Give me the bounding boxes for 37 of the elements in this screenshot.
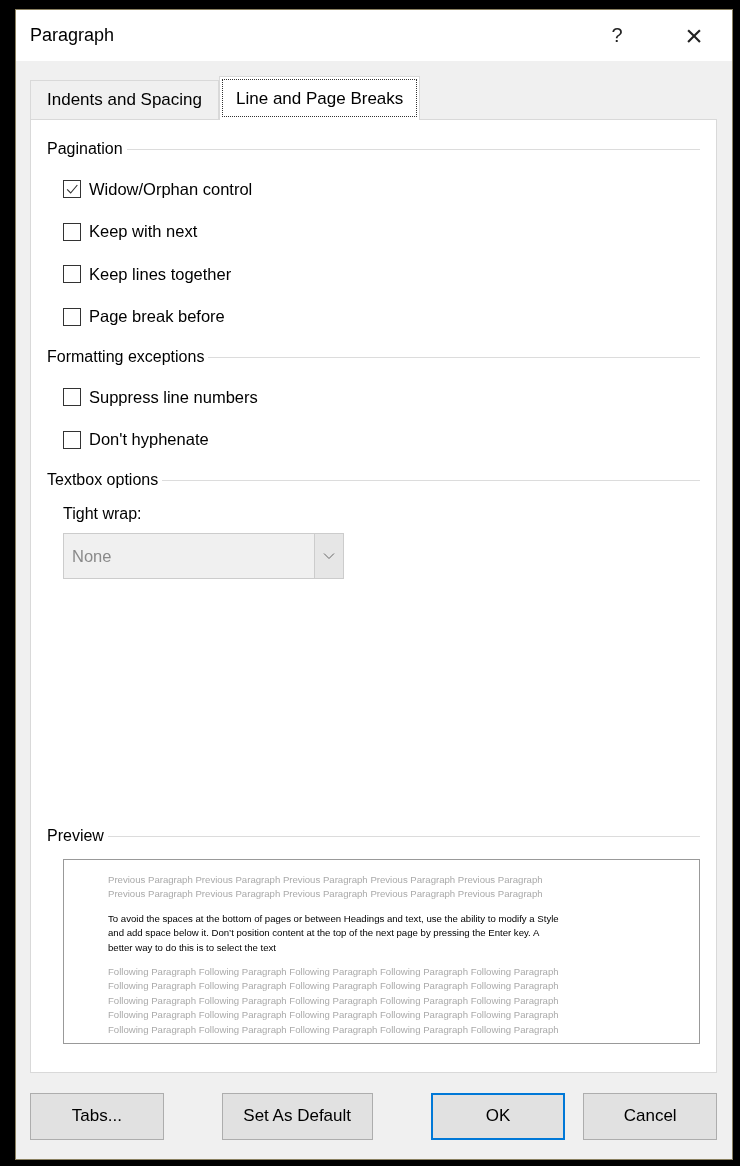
- preview-text: Following Paragraph Following Paragraph Following Paragraph Following Paragraph Following Paragraph: [108, 993, 560, 1008]
- checkbox[interactable]: [63, 265, 81, 284]
- preview-text: Following Paragraph Following Paragraph Following Paragraph Following Paragraph Following Paragraph: [108, 965, 560, 980]
- checkbox-label[interactable]: Suppress line numbers: [89, 387, 258, 407]
- dialog-button[interactable]: Tabs...: [30, 1092, 164, 1140]
- window-title: Paragraph: [30, 25, 116, 46]
- chevron-down-icon: [323, 552, 335, 560]
- preview-text: better way to do this is to select the text: [108, 940, 277, 955]
- dialog-button[interactable]: OK: [430, 1092, 566, 1140]
- dialog-button[interactable]: Set As Default: [221, 1092, 373, 1140]
- section-heading: Pagination: [47, 140, 123, 158]
- checkbox-label[interactable]: Don't hyphenate: [89, 430, 209, 450]
- preview-text: Following Paragraph Following Paragraph Following Paragraph Following Paragraph Following Paragraph: [108, 1008, 560, 1023]
- dialog-button[interactable]: Cancel: [583, 1092, 717, 1140]
- close-button[interactable]: ×: [674, 18, 714, 53]
- section-heading: Preview: [47, 827, 104, 845]
- checkbox-label[interactable]: Keep with next: [89, 222, 198, 242]
- help-button[interactable]: ?: [602, 24, 632, 47]
- checkbox[interactable]: [63, 430, 81, 449]
- section-heading: Textbox options: [47, 471, 159, 489]
- checkbox[interactable]: [63, 388, 81, 407]
- checkbox-label[interactable]: Widow/Orphan control: [89, 179, 253, 199]
- tab[interactable]: Line and Page Breaks: [219, 76, 421, 120]
- section-heading: Formatting exceptions: [47, 348, 205, 366]
- checkbox-label[interactable]: Keep lines together: [89, 264, 232, 284]
- preview-text: Previous Paragraph Previous Paragraph Previous Paragraph Previous Paragraph Previous Paragraph: [108, 873, 544, 887]
- checkbox[interactable]: [63, 222, 81, 241]
- preview-text: and add space below it. Don’t position content at the top of the next page by pressing the Enter key. A: [108, 926, 541, 941]
- dropdown-label: Tight wrap:: [63, 505, 143, 523]
- checkbox[interactable]: [63, 307, 81, 326]
- tab[interactable]: Indents and Spacing: [30, 80, 219, 119]
- preview-text: To avoid the spaces at the bottom of pages or between Headings and text, use the ability to modify a Style: [108, 911, 560, 926]
- checkbox[interactable]: [63, 180, 81, 199]
- preview-text: Following Paragraph Following Paragraph Following Paragraph Following Paragraph Following Paragraph: [108, 1022, 560, 1037]
- checkbox-label[interactable]: Page break before: [89, 307, 225, 327]
- preview-text: Previous Paragraph Previous Paragraph Previous Paragraph Previous Paragraph Previous Paragraph: [108, 887, 544, 902]
- preview-text: Following Paragraph Following Paragraph Following Paragraph Following Paragraph Following Paragraph: [108, 979, 560, 994]
